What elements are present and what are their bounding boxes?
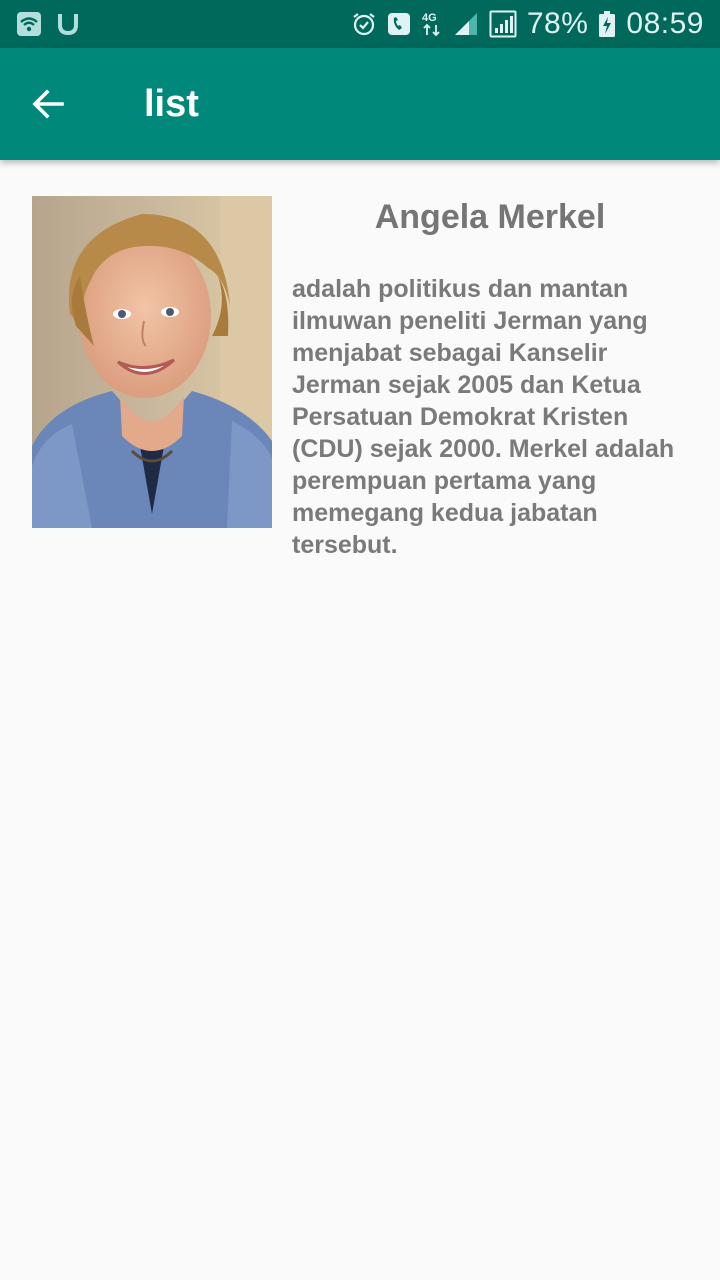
svg-text:4G: 4G bbox=[422, 12, 437, 24]
clock: 08:59 bbox=[626, 7, 704, 40]
wifi-icon bbox=[16, 11, 42, 37]
person-name: Angela Merkel bbox=[374, 198, 606, 236]
signal-icon bbox=[453, 11, 479, 37]
profile-text: Angela Merkel adalah politikus dan manta… bbox=[292, 196, 688, 561]
back-button[interactable] bbox=[0, 48, 96, 160]
battery-charging-icon bbox=[598, 10, 616, 38]
u-app-icon bbox=[56, 11, 80, 37]
app-bar: list bbox=[0, 48, 720, 160]
person-description: adalah politikus dan mantan ilmuwan pene… bbox=[292, 275, 675, 559]
network-4g-icon: 4G bbox=[421, 10, 443, 38]
signal-box-icon bbox=[489, 10, 517, 38]
page-title: list bbox=[144, 82, 199, 125]
alarm-icon bbox=[351, 11, 377, 37]
arrow-back-icon bbox=[30, 86, 66, 122]
profile-photo bbox=[32, 196, 272, 528]
profile-card: Angela Merkel adalah politikus dan manta… bbox=[32, 196, 688, 561]
battery-percent: 78% bbox=[526, 7, 589, 40]
status-bar: 4G 78% 08:59 bbox=[0, 0, 720, 48]
call-icon bbox=[387, 11, 411, 37]
